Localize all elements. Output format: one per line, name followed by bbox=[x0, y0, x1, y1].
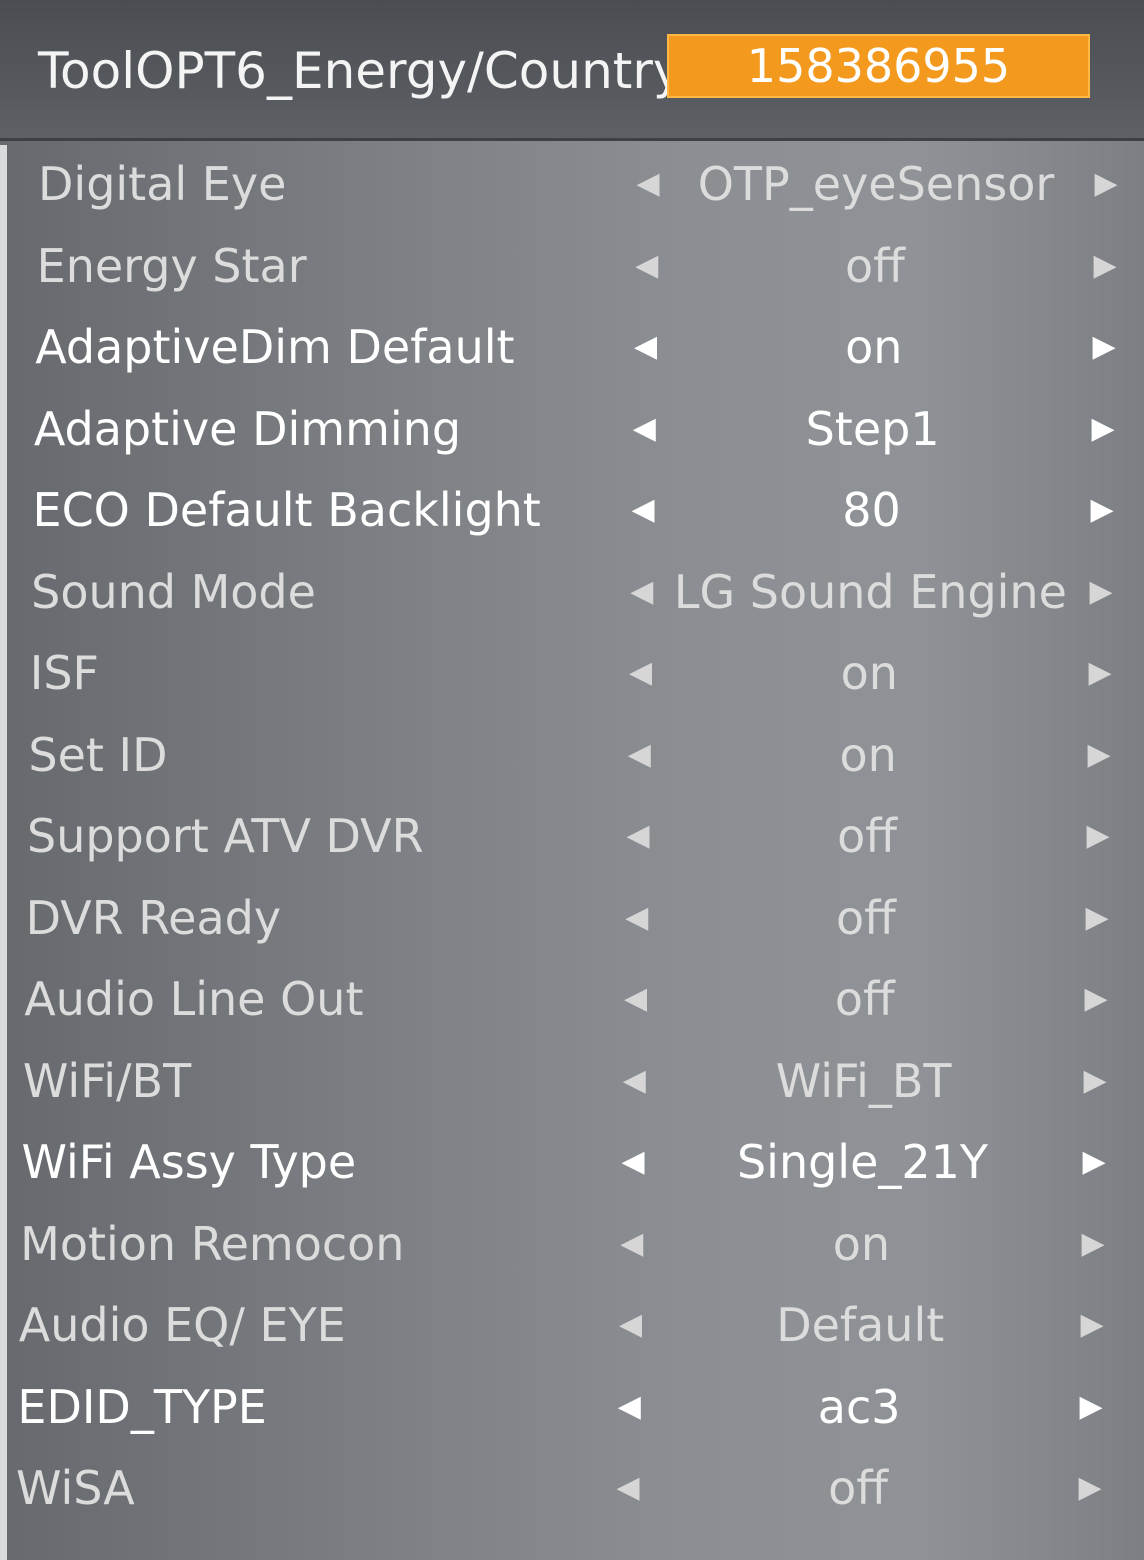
option-row[interactable]: Set ID ◀ on ▶ bbox=[0, 715, 1144, 795]
arrow-left-icon[interactable]: ◀ bbox=[633, 144, 663, 224]
option-label: EDID_TYPE bbox=[17, 1379, 267, 1434]
option-row[interactable]: DVR Ready ◀ off ▶ bbox=[0, 878, 1144, 958]
option-value: LG Sound Engine bbox=[673, 564, 1067, 619]
arrow-left-icon[interactable]: ◀ bbox=[617, 1204, 647, 1284]
arrow-right-icon[interactable]: ▶ bbox=[1082, 878, 1112, 958]
arrow-left-icon[interactable]: ◀ bbox=[631, 307, 661, 387]
arrow-right-icon[interactable]: ▶ bbox=[1090, 226, 1120, 306]
option-value: off bbox=[837, 809, 897, 863]
option-value: WiFi_BT bbox=[775, 1053, 952, 1108]
arrow-left-icon[interactable]: ◀ bbox=[629, 389, 659, 469]
arrow-right-icon[interactable]: ▶ bbox=[1079, 1122, 1109, 1202]
menu-header: ToolOPT6_Energy/Country 158386955 bbox=[0, 0, 1144, 141]
arrow-left-icon[interactable]: ◀ bbox=[618, 1122, 648, 1202]
option-value: off bbox=[835, 890, 896, 945]
option-label: Energy Star bbox=[36, 238, 307, 293]
option-value: Default bbox=[776, 1298, 945, 1352]
arrow-right-icon[interactable]: ▶ bbox=[1091, 144, 1121, 224]
arrow-left-icon[interactable]: ◀ bbox=[616, 1285, 646, 1365]
option-row[interactable]: WiFi Assy Type ◀ Single_21Y ▶ bbox=[0, 1122, 1144, 1202]
option-value: 80 bbox=[842, 483, 901, 537]
option-row[interactable]: ISF ◀ on ▶ bbox=[0, 633, 1144, 713]
arrow-left-icon[interactable]: ◀ bbox=[632, 226, 662, 306]
option-label: Digital Eye bbox=[38, 157, 287, 211]
option-value: off bbox=[828, 1461, 888, 1515]
option-row[interactable]: Audio Line Out ◀ off ▶ bbox=[0, 959, 1144, 1039]
option-row[interactable]: Sound Mode ◀ LG Sound Engine ▶ bbox=[0, 552, 1144, 632]
arrow-left-icon[interactable]: ◀ bbox=[623, 796, 653, 876]
option-label: ISF bbox=[29, 646, 99, 700]
arrow-right-icon[interactable]: ▶ bbox=[1080, 1041, 1110, 1121]
arrow-right-icon[interactable]: ▶ bbox=[1083, 796, 1113, 876]
option-label: AdaptiveDim Default bbox=[35, 320, 515, 374]
option-row[interactable]: ECO Default Backlight ◀ 80 ▶ bbox=[0, 470, 1144, 550]
arrow-right-icon[interactable]: ▶ bbox=[1078, 1204, 1108, 1284]
option-row[interactable]: Digital Eye ◀ OTP_eyeSensor ▶ bbox=[0, 144, 1144, 224]
option-label: DVR Ready bbox=[25, 890, 282, 945]
option-value: off bbox=[844, 238, 905, 293]
option-row[interactable]: Adaptive Dimming ◀ Step1 ▶ bbox=[0, 389, 1144, 469]
option-label: Sound Mode bbox=[31, 564, 316, 619]
option-label: Motion Remocon bbox=[20, 1216, 405, 1271]
option-value: on bbox=[840, 646, 898, 700]
option-label: ECO Default Backlight bbox=[32, 483, 541, 537]
option-row[interactable]: Support ATV DVR ◀ off ▶ bbox=[0, 796, 1144, 876]
arrow-right-icon[interactable]: ▶ bbox=[1075, 1448, 1105, 1528]
arrow-left-icon[interactable]: ◀ bbox=[622, 878, 652, 958]
option-row[interactable]: Energy Star ◀ off ▶ bbox=[0, 226, 1144, 306]
arrow-right-icon[interactable]: ▶ bbox=[1081, 959, 1111, 1039]
option-row[interactable]: WiSA ◀ off ▶ bbox=[0, 1448, 1144, 1528]
arrow-right-icon[interactable]: ▶ bbox=[1085, 633, 1115, 713]
option-value: Step1 bbox=[805, 401, 940, 456]
option-row[interactable]: AdaptiveDim Default ◀ on ▶ bbox=[0, 307, 1144, 387]
option-label: WiSA bbox=[16, 1461, 135, 1515]
arrow-left-icon[interactable]: ◀ bbox=[627, 552, 657, 632]
option-label: Audio Line Out bbox=[24, 972, 364, 1026]
option-value: ac3 bbox=[817, 1379, 901, 1434]
arrow-right-icon[interactable]: ▶ bbox=[1087, 470, 1117, 550]
arrow-left-icon[interactable]: ◀ bbox=[613, 1448, 643, 1528]
arrow-left-icon[interactable]: ◀ bbox=[614, 1367, 644, 1447]
option-label: WiFi/BT bbox=[22, 1053, 192, 1108]
arrow-right-icon[interactable]: ▶ bbox=[1088, 389, 1118, 469]
option-label: Audio EQ/ EYE bbox=[18, 1298, 346, 1352]
option-value: OTP_eyeSensor bbox=[697, 157, 1055, 211]
option-row[interactable]: Audio EQ/ EYE ◀ Default ▶ bbox=[0, 1285, 1144, 1365]
arrow-left-icon[interactable]: ◀ bbox=[621, 959, 651, 1039]
code-badge: 158386955 bbox=[667, 34, 1090, 98]
arrow-left-icon[interactable]: ◀ bbox=[628, 470, 658, 550]
arrow-right-icon[interactable]: ▶ bbox=[1076, 1367, 1106, 1447]
option-value: Single_21Y bbox=[736, 1135, 989, 1189]
arrow-right-icon[interactable]: ▶ bbox=[1086, 552, 1116, 632]
option-row[interactable]: WiFi/BT ◀ WiFi_BT ▶ bbox=[0, 1041, 1144, 1121]
arrow-left-icon[interactable]: ◀ bbox=[624, 715, 654, 795]
option-label: Adaptive Dimming bbox=[33, 401, 462, 456]
option-label: WiFi Assy Type bbox=[21, 1135, 357, 1189]
arrow-left-icon[interactable]: ◀ bbox=[619, 1041, 649, 1121]
option-label: Support ATV DVR bbox=[27, 809, 424, 863]
arrow-left-icon[interactable]: ◀ bbox=[626, 633, 656, 713]
arrow-right-icon[interactable]: ▶ bbox=[1077, 1285, 1107, 1365]
option-row[interactable]: Motion Remocon ◀ on ▶ bbox=[0, 1204, 1144, 1284]
option-value: on bbox=[832, 1216, 891, 1271]
arrow-right-icon[interactable]: ▶ bbox=[1089, 307, 1119, 387]
option-value: on bbox=[839, 727, 897, 782]
option-value: on bbox=[845, 320, 903, 374]
option-row[interactable]: EDID_TYPE ◀ ac3 ▶ bbox=[0, 1367, 1144, 1447]
option-value: off bbox=[834, 972, 895, 1026]
service-menu-screen: ToolOPT6_Energy/Country 158386955 Digita… bbox=[0, 0, 1144, 1560]
menu-title: ToolOPT6_Energy/Country bbox=[38, 42, 683, 100]
option-label: Set ID bbox=[28, 727, 168, 782]
arrow-right-icon[interactable]: ▶ bbox=[1084, 715, 1114, 795]
